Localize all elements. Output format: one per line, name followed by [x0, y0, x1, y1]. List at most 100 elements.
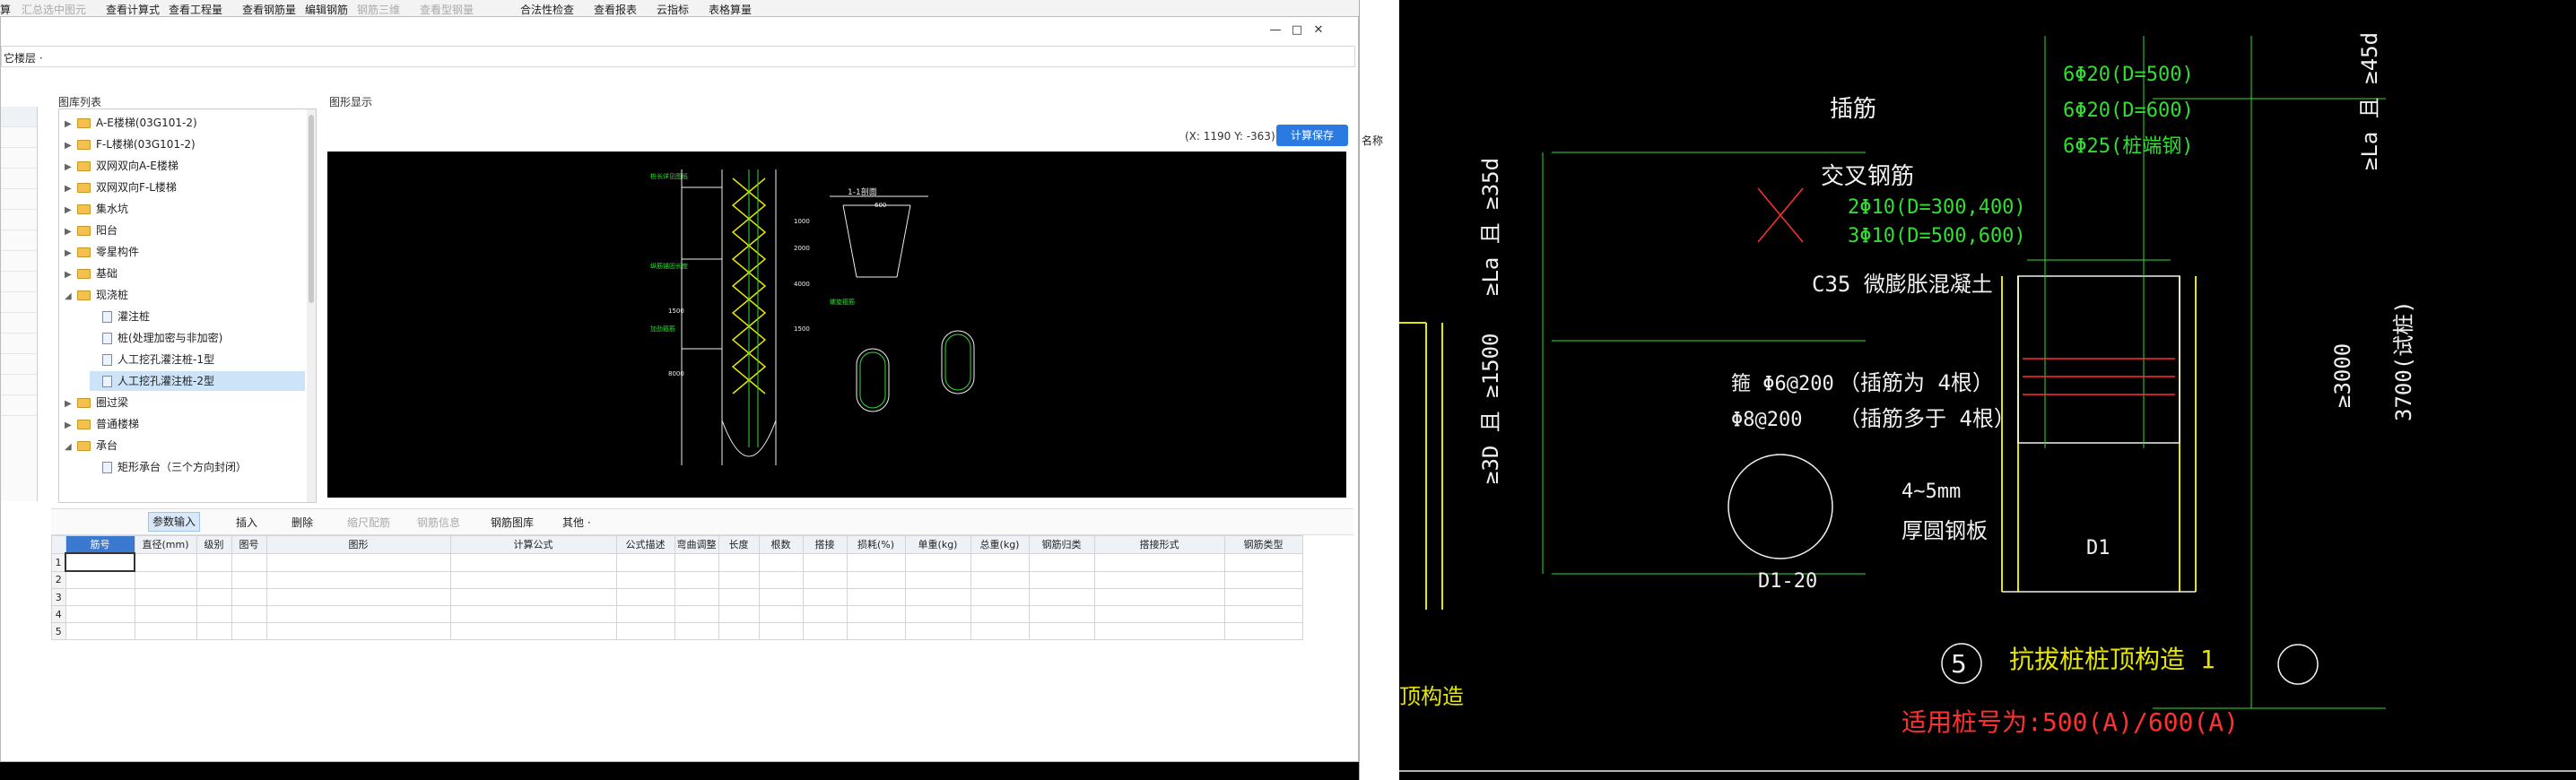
grid-cell[interactable] — [196, 570, 232, 589]
menu-item-7[interactable]: 查看型钢量 — [420, 2, 474, 17]
grid-cell[interactable] — [1028, 570, 1095, 589]
expand-arrow-icon[interactable]: ▶ — [65, 115, 77, 134]
tree-node[interactable]: ▶ F-L楼梯(03G101-2) — [65, 134, 305, 154]
grid-cell[interactable] — [65, 552, 135, 572]
tree-node[interactable]: ▶ 阳台 — [65, 221, 305, 240]
toolbar-button-1[interactable]: 插入 — [236, 515, 257, 530]
table-row[interactable]: 5 — [51, 622, 1303, 640]
grid-cell[interactable] — [970, 605, 1030, 623]
expand-arrow-icon[interactable]: ▶ — [65, 201, 77, 221]
toolbar-button-4[interactable]: 钢筋信息 — [417, 515, 460, 530]
grid-cell[interactable] — [1223, 622, 1303, 640]
grid-cell[interactable] — [904, 588, 971, 606]
graphic-display[interactable]: 1-1剖面 桩长详见图纸 纵筋锚固长度 加劲箍筋 螺旋箍筋 1000 2000 4000 60… — [327, 152, 1346, 498]
grid-cell[interactable] — [1028, 552, 1095, 572]
menu-item-9[interactable]: 查看报表 — [594, 2, 637, 17]
grid-cell[interactable] — [196, 605, 232, 623]
grid-cell[interactable] — [134, 570, 197, 589]
grid-cell[interactable] — [674, 605, 719, 623]
grid-cell[interactable] — [758, 570, 804, 589]
table-row[interactable]: 2 — [51, 570, 1303, 589]
grid-cell[interactable] — [1028, 588, 1095, 606]
tree-node[interactable]: ▶ 集水坑 — [65, 199, 305, 219]
menu-item-8[interactable]: 合法性检查 — [520, 2, 574, 17]
expand-arrow-icon[interactable]: ▶ — [65, 222, 77, 242]
tree-node[interactable]: 灌注桩 — [90, 307, 305, 326]
grid-cell[interactable] — [196, 588, 232, 606]
grid-cell[interactable] — [265, 552, 451, 572]
grid-cell[interactable] — [449, 570, 617, 589]
grid-cell[interactable] — [1028, 605, 1095, 623]
grid-cell[interactable] — [674, 588, 719, 606]
grid-cell[interactable] — [449, 588, 617, 606]
grid-cell[interactable] — [758, 552, 804, 572]
grid-cell[interactable] — [265, 622, 451, 640]
grid-cell[interactable] — [449, 552, 617, 572]
table-row[interactable]: 4 — [51, 605, 1303, 623]
expand-arrow-icon[interactable]: ▶ — [65, 158, 77, 178]
grid-cell[interactable] — [65, 588, 135, 606]
expand-arrow-icon[interactable]: ▶ — [65, 179, 77, 199]
toolbar-button-0[interactable]: 参数输入 — [148, 512, 201, 532]
grid-cell[interactable] — [1223, 605, 1303, 623]
grid-cell[interactable] — [615, 570, 675, 589]
grid-cell[interactable] — [802, 570, 848, 589]
grid-cell[interactable] — [134, 552, 197, 572]
grid-cell[interactable] — [65, 605, 135, 623]
menu-item-2[interactable]: 查看计算式 — [106, 2, 160, 17]
grid-header[interactable]: 级别 — [196, 535, 232, 554]
maximize-button[interactable]: □ — [1289, 22, 1305, 39]
grid-cell[interactable] — [718, 588, 760, 606]
grid-header[interactable]: 计算公式 — [449, 535, 617, 554]
grid-cell[interactable] — [904, 622, 971, 640]
tree-node[interactable]: ▶ 零星构件 — [65, 242, 305, 262]
grid-cell[interactable] — [1093, 622, 1225, 640]
grid-cell[interactable] — [970, 622, 1030, 640]
grid-cell[interactable] — [802, 552, 848, 572]
floor-selector[interactable]: 它楼层 · — [1, 46, 1355, 67]
close-button[interactable]: ✕ — [1310, 22, 1327, 39]
grid-header[interactable]: 损耗(%) — [846, 535, 906, 554]
grid-cell[interactable] — [1093, 570, 1225, 589]
cad-viewport[interactable]: 6Φ20(D=500) 插筋 6Φ20(D=600) 6Φ25(桩端钢) 交叉钢筋 2Φ1… — [1399, 0, 2576, 780]
grid-header[interactable]: 钢筋类型 — [1223, 535, 1303, 554]
grid-cell[interactable] — [802, 605, 848, 623]
grid-cell[interactable] — [231, 588, 267, 606]
grid-cell[interactable] — [615, 622, 675, 640]
menu-item-10[interactable]: 云指标 — [657, 2, 689, 17]
menu-item-5[interactable]: 编辑钢筋 — [305, 2, 348, 17]
table-row[interactable]: 3 — [51, 588, 1303, 606]
grid-cell[interactable] — [65, 570, 135, 589]
grid-cell[interactable] — [615, 605, 675, 623]
toolbar-button-5[interactable]: 钢筋图库 — [491, 515, 534, 530]
tree-node[interactable]: ◢ 承台 — [65, 436, 305, 455]
grid-cell[interactable] — [802, 588, 848, 606]
grid-cell[interactable] — [718, 622, 760, 640]
expand-arrow-icon[interactable]: ▶ — [65, 244, 77, 264]
tree-node[interactable]: ▶ A-E楼梯(03G101-2) — [65, 113, 305, 133]
grid-cell[interactable] — [134, 622, 197, 640]
expand-arrow-icon[interactable]: ◢ — [65, 287, 77, 307]
menu-item-11[interactable]: 表格算量 — [709, 2, 752, 17]
tree-node[interactable]: ▶ 双网双向A-E楼梯 — [65, 156, 305, 176]
grid-cell[interactable] — [802, 622, 848, 640]
tree-node[interactable]: 人工挖孔灌注桩-2型 — [90, 371, 305, 391]
grid-cell[interactable] — [674, 622, 719, 640]
tree-node[interactable]: ◢ 现浇桩 — [65, 285, 305, 305]
grid-cell[interactable] — [231, 622, 267, 640]
grid-cell[interactable] — [449, 605, 617, 623]
grid-cell[interactable] — [674, 552, 719, 572]
grid-cell[interactable] — [1093, 605, 1225, 623]
tree-node[interactable]: ▶ 基础 — [65, 264, 305, 283]
grid-header[interactable]: 钢筋归类 — [1028, 535, 1095, 554]
toolbar-button-6[interactable]: 其他 · — [562, 515, 591, 530]
grid-cell[interactable] — [904, 552, 971, 572]
grid-cell[interactable] — [846, 588, 906, 606]
grid-header[interactable]: 直径(mm) — [134, 535, 197, 554]
grid-cell[interactable] — [674, 570, 719, 589]
grid-cell[interactable] — [134, 605, 197, 623]
tree-node[interactable]: 人工挖孔灌注桩-1型 — [90, 350, 305, 369]
tree-node[interactable]: 矩形承台（三个方向封闭） — [90, 457, 305, 477]
grid-header[interactable]: 图号 — [231, 535, 267, 554]
menu-item-1[interactable]: 汇总选中图元 — [22, 2, 86, 17]
